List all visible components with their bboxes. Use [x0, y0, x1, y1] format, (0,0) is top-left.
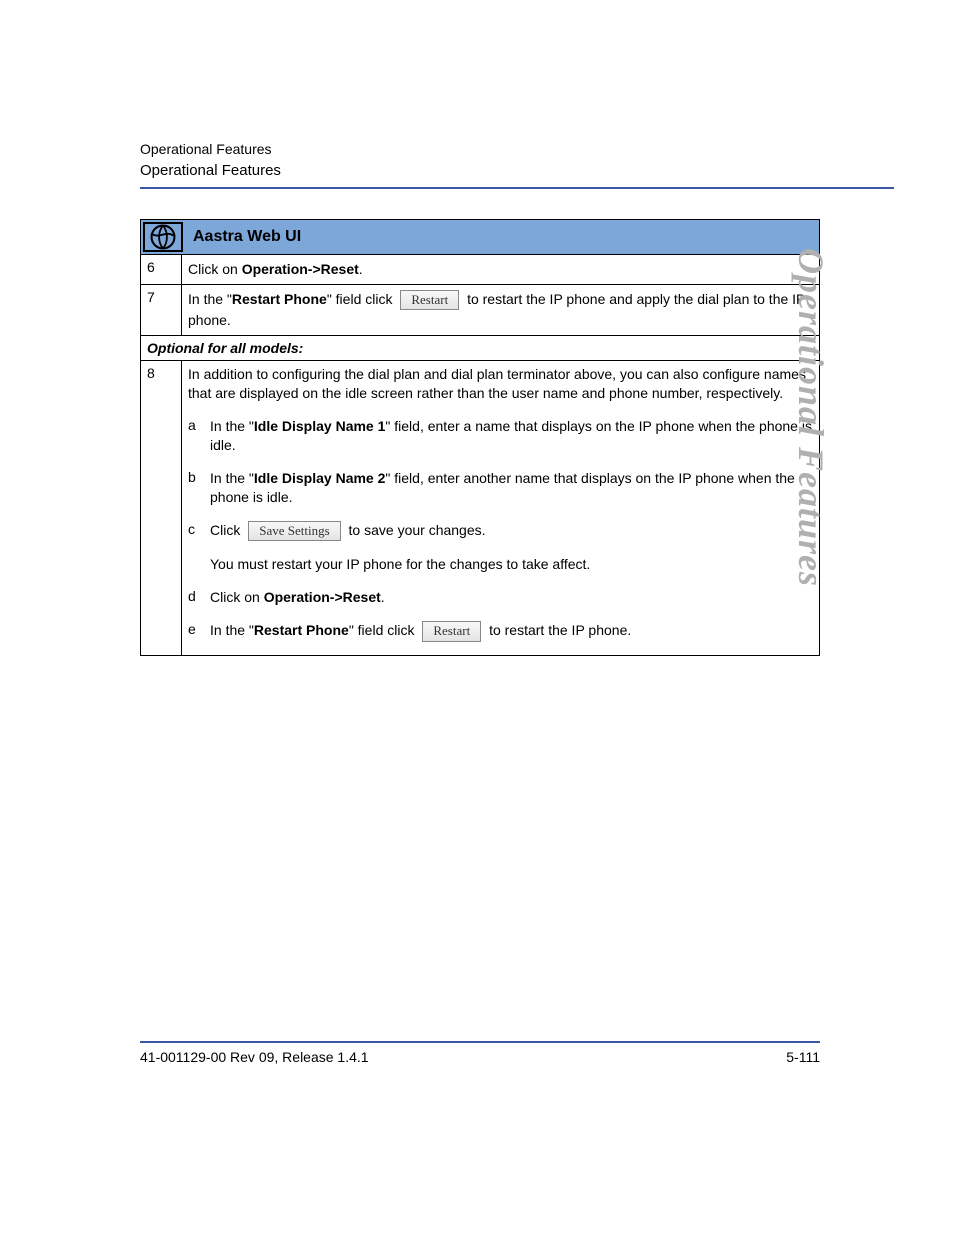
page-header: Operational Features Operational Feature… — [140, 140, 894, 181]
table-row: 8 In addition to configuring the dial pl… — [141, 361, 820, 656]
footer-rule — [140, 1041, 820, 1043]
substep-body: In the "Idle Display Name 2" field, ente… — [210, 469, 813, 521]
page-footer: 41-001129-00 Rev 09, Release 1.4.1 5-111 — [140, 1041, 820, 1065]
step-body: In addition to configuring the dial plan… — [182, 361, 820, 656]
substep-body: In the "Restart Phone" field click Resta… — [210, 621, 813, 651]
step-body: Click on Operation->Reset. — [182, 254, 820, 284]
substep-label: b — [188, 469, 210, 521]
substep-row: a In the "Idle Display Name 1" field, en… — [188, 417, 813, 469]
restart-button[interactable]: Restart — [400, 290, 459, 311]
step-number: 8 — [141, 361, 182, 656]
step-8-intro: In addition to configuring the dial plan… — [188, 365, 813, 403]
substep-row: d Click on Operation->Reset. — [188, 588, 813, 621]
substep-row: b In the "Idle Display Name 2" field, en… — [188, 469, 813, 521]
header-line-2: Operational Features — [140, 160, 894, 181]
substep-c-extra: You must restart your IP phone for the c… — [210, 555, 813, 574]
optional-heading: Optional for all models: — [141, 336, 820, 361]
footer-right: 5-111 — [786, 1049, 820, 1065]
section-title: Aastra Web UI — [185, 220, 819, 254]
globe-icon — [143, 222, 183, 252]
substep-row: c Click Save Settings to save your chang… — [188, 521, 813, 588]
table-title-row: Aastra Web UI — [141, 219, 820, 254]
substep-label: a — [188, 417, 210, 469]
substep-body: Click Save Settings to save your changes… — [210, 521, 813, 588]
step-number: 7 — [141, 284, 182, 336]
table-row: 6 Click on Operation->Reset. — [141, 254, 820, 284]
header-rule — [140, 187, 894, 189]
save-settings-button[interactable]: Save Settings — [248, 521, 340, 542]
side-section-title: Operational Features — [790, 248, 832, 587]
substep-body: Click on Operation->Reset. — [210, 588, 813, 621]
footer-left: 41-001129-00 Rev 09, Release 1.4.1 — [140, 1049, 369, 1065]
step-body: In the "Restart Phone" field click Resta… — [182, 284, 820, 336]
substep-label: c — [188, 521, 210, 588]
step-number: 6 — [141, 254, 182, 284]
header-line-1: Operational Features — [140, 140, 894, 160]
substep-body: In the "Idle Display Name 1" field, ente… — [210, 417, 813, 469]
substep-label: d — [188, 588, 210, 621]
substep-list: a In the "Idle Display Name 1" field, en… — [188, 417, 813, 651]
table-row: 7 In the "Restart Phone" field click Res… — [141, 284, 820, 336]
restart-button[interactable]: Restart — [422, 621, 481, 642]
instruction-table: Aastra Web UI 6 Click on Operation->Rese… — [140, 219, 820, 656]
substep-row: e In the "Restart Phone" field click Res… — [188, 621, 813, 651]
substep-label: e — [188, 621, 210, 651]
optional-heading-row: Optional for all models: — [141, 336, 820, 361]
